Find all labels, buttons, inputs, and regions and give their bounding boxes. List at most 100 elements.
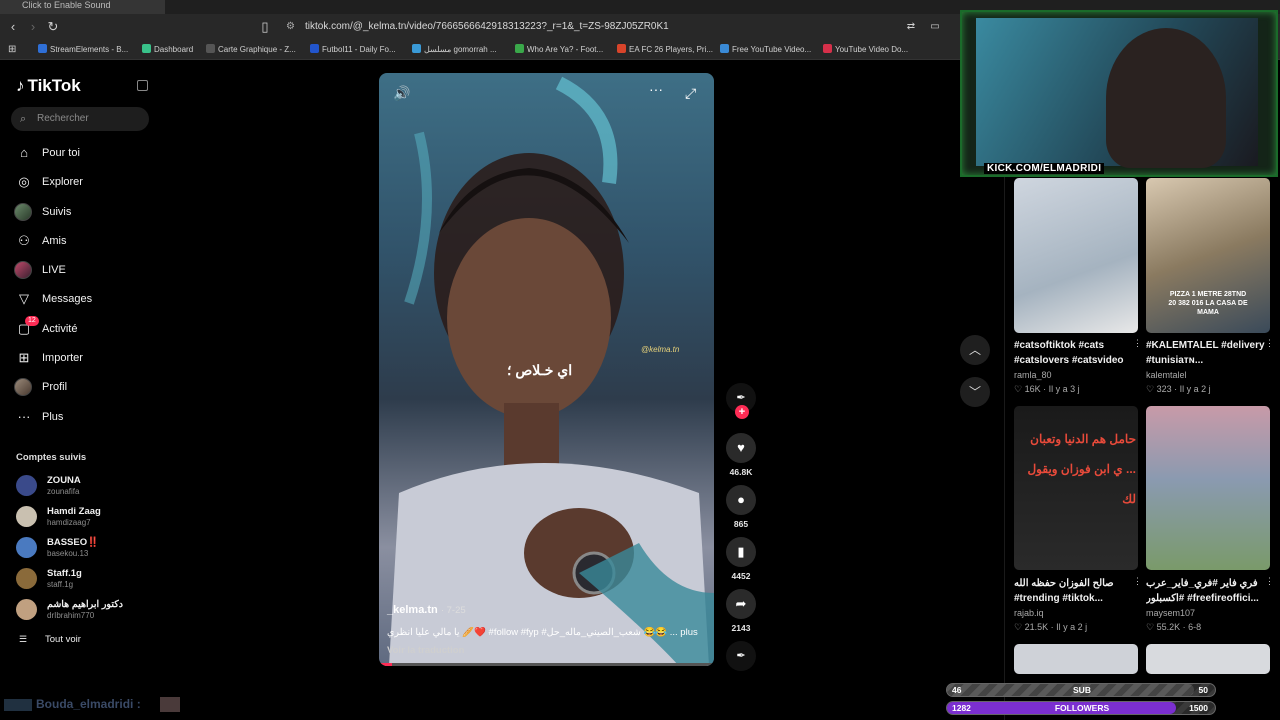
follow-plus-icon[interactable]: + — [735, 405, 749, 419]
recommended-stats: ♡ 16K · Il y a 3 j — [1014, 384, 1080, 394]
nav-messages[interactable]: ▽ Messages — [14, 289, 92, 309]
nav-plus[interactable]: ··· Plus — [14, 407, 64, 427]
share-button[interactable]: ➦ 2143 — [724, 589, 758, 633]
see-all-link[interactable]: ☰ Tout voir — [16, 634, 81, 645]
nav-explorer[interactable]: ◎ Explorer — [14, 172, 83, 192]
sub-goal-bar: 46 SUB 50 — [946, 683, 1216, 697]
cast-icon[interactable]: ▭ — [926, 18, 944, 36]
recommended-caption[interactable]: فري فاير #فري_فاير_عرب #اكسبلور #freefir… — [1146, 576, 1270, 606]
nav-profil[interactable]: Profil — [14, 377, 67, 397]
favicon-icon — [310, 44, 319, 53]
more-options-icon[interactable]: ··· — [649, 81, 663, 97]
recommended-user[interactable]: rajab.iq — [1014, 608, 1044, 618]
favicon-icon — [38, 44, 47, 53]
more-icon: ··· — [17, 409, 31, 424]
more-icon[interactable]: ⋮ — [1133, 576, 1142, 587]
music-disc-icon: ✒ — [726, 641, 756, 671]
recommended-thumb-3[interactable] — [1146, 406, 1270, 570]
avatar — [16, 506, 37, 527]
chat-overlay: Bouda_elmadridi : — [0, 697, 180, 712]
bookmark-2[interactable]: Carte Graphique - Z... — [206, 43, 296, 57]
recommended-user[interactable]: kalemtalel — [1146, 370, 1187, 380]
forward-icon[interactable]: › — [24, 18, 42, 36]
bookmark-6[interactable]: EA FC 26 Players, Pri... — [617, 43, 713, 57]
site-info-icon[interactable]: ⚙ — [286, 18, 295, 36]
recommended-caption[interactable]: #KALEMTALEL #delivery #tunisiaᴛɴ... — [1146, 338, 1270, 368]
avatar — [16, 537, 37, 558]
more-icon[interactable]: ⋮ — [1133, 338, 1142, 349]
friends-icon: ⚇ — [18, 233, 30, 248]
translate-icon[interactable]: ⇄ — [902, 18, 920, 36]
recommended-thumb-4[interactable] — [1014, 644, 1138, 674]
bookmark-8[interactable]: YouTube Video Do... — [823, 43, 908, 57]
nav-amis[interactable]: ⚇ Amis — [14, 231, 66, 251]
emote-icon — [160, 697, 180, 712]
save-button[interactable]: ▮ 4452 — [724, 537, 758, 581]
recommended-stats: ♡ 21.5K · Il y a 2 j — [1014, 622, 1088, 632]
more-icon[interactable]: ⋮ — [1265, 338, 1274, 349]
heart-outline-icon: ♡ — [1014, 622, 1023, 632]
recommended-caption[interactable]: صالح الفوزان حفظه الله #trending #tiktok… — [1014, 576, 1138, 606]
bookmark-icon[interactable]: ▯ — [256, 18, 274, 36]
nav-live[interactable]: LIVE — [14, 260, 66, 280]
video-author[interactable]: _kelma.tn · 7-25 — [387, 604, 466, 616]
more-icon[interactable]: ⋮ — [1265, 576, 1274, 587]
bookmark-5[interactable]: Who Are Ya? - Foot... — [515, 43, 603, 57]
avatar — [14, 203, 32, 221]
comment-button[interactable]: ● 865 — [724, 485, 758, 529]
chat-username: Bouda_elmadridi : — [36, 697, 141, 711]
nav-pour-toi[interactable]: ⌂ Pour toi — [14, 143, 80, 163]
recommended-thumb-5[interactable] — [1146, 644, 1270, 674]
translate-link[interactable]: Voir la traduction — [387, 645, 464, 656]
music-disc[interactable]: ✒ — [724, 641, 758, 671]
bookmark-7[interactable]: Free YouTube Video... — [720, 43, 811, 57]
creator-avatar[interactable]: ✒ + — [724, 383, 758, 419]
nav-activite[interactable]: ▢ 12 Activité — [14, 316, 77, 339]
bookmark-1[interactable]: Dashboard — [142, 43, 193, 57]
recommended-thumb-2[interactable]: حامل هم الدنيا وتعبان ... ي ابن فوزان وي… — [1014, 406, 1138, 570]
avatar — [14, 378, 32, 396]
like-button[interactable]: ♥ 46.8K — [724, 433, 758, 477]
nav-importer[interactable]: ⊞ Importer — [14, 348, 83, 368]
bookmark-0[interactable]: StreamElements - B... — [38, 43, 128, 57]
list-icon: ☰ — [19, 634, 28, 644]
fullscreen-icon[interactable]: ⤢ — [685, 85, 696, 102]
tab-title: Click to Enable Sound — [22, 0, 111, 10]
volume-icon[interactable]: 🔊 — [393, 85, 410, 102]
url-field[interactable]: ⚙ tiktok.com/@_kelma.tn/video/7666566642… — [280, 18, 970, 36]
next-video-button[interactable]: ﹀ — [960, 377, 990, 407]
recommended-panel: PIZZA 1 METRE 28TND 20 382 016 LA CASA D… — [1004, 170, 1280, 720]
tiktok-logo[interactable]: ♪ TikTok — [16, 76, 81, 96]
recommended-user[interactable]: maysem107 — [1146, 608, 1195, 618]
reload-icon[interactable]: ↻ — [44, 18, 62, 36]
video-description[interactable]: يا مالي عليا انظري 🥖❤️ #follow #fyp #شعب… — [387, 627, 705, 638]
streamer-figure — [1106, 28, 1226, 168]
collapse-sidebar-icon[interactable] — [137, 80, 148, 91]
webcam-label: KICK.COM/ELMADRIDI — [984, 163, 1105, 174]
bookmark-icon: ▮ — [726, 537, 756, 567]
browser-tab[interactable]: Click to Enable Sound — [0, 0, 165, 14]
back-icon[interactable]: ‹ — [4, 18, 22, 36]
webcam-feed — [976, 18, 1258, 168]
search-input[interactable]: ⌕ Rechercher — [11, 107, 149, 131]
video-player[interactable]: 🔊 ··· ⤢ @kelma.tn اي خـلاص ؛ _kelma.tn ·… — [379, 73, 714, 666]
recommended-thumb-1[interactable]: PIZZA 1 METRE 28TND 20 382 016 LA CASA D… — [1146, 178, 1270, 333]
heart-icon: ♥ — [726, 433, 756, 463]
heart-outline-icon: ♡ — [1014, 384, 1023, 394]
home-icon: ⌂ — [20, 145, 28, 160]
avatar — [14, 261, 32, 279]
nav-suivis[interactable]: Suivis — [14, 202, 71, 222]
bookmark-3[interactable]: Futbol11 - Daily Fo... — [310, 43, 396, 57]
search-icon: ⌕ — [20, 113, 27, 125]
bookmark-4[interactable]: مسلسل gomorrah ... — [412, 43, 497, 57]
video-progress[interactable] — [379, 663, 714, 666]
followers-goal-bar: 1282 FOLLOWERS 1500 — [946, 701, 1216, 715]
progress-fill — [379, 663, 393, 666]
chevron-up-icon: ︿ — [968, 343, 981, 357]
recommended-caption[interactable]: #catsoftiktok #cats #catslovers #catsvid… — [1014, 338, 1138, 368]
recommended-thumb-0[interactable] — [1014, 178, 1138, 333]
favicon-icon — [142, 44, 151, 53]
apps-icon[interactable]: ⊞ — [8, 43, 16, 57]
previous-video-button[interactable]: ︿ — [960, 335, 990, 365]
recommended-user[interactable]: ramla_80 — [1014, 370, 1052, 380]
